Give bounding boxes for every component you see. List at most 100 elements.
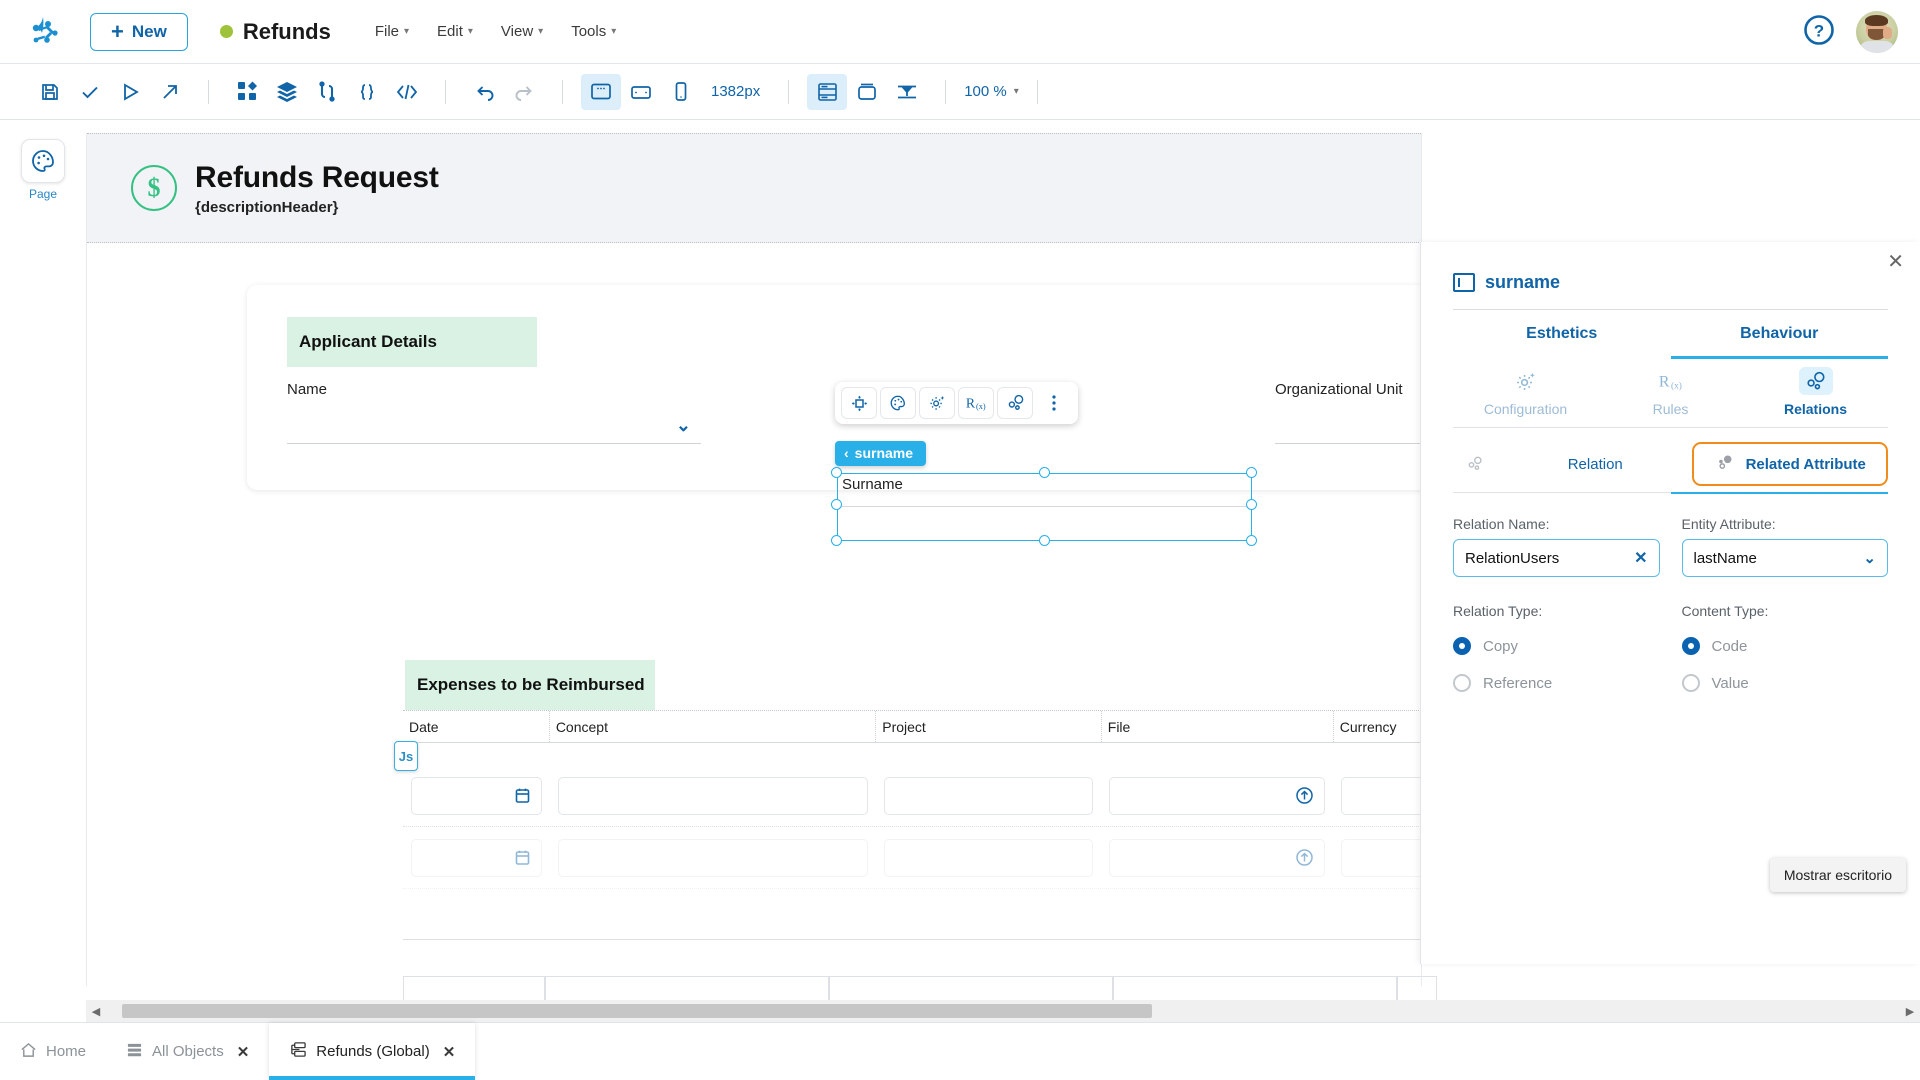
field-relation-type: Relation Type: Copy Reference [1453, 603, 1660, 711]
menu-file[interactable]: File ▾ [375, 23, 409, 40]
configuration-icon[interactable] [919, 387, 955, 419]
relations-icon[interactable] [997, 387, 1033, 419]
tab-rules[interactable]: R (x) Rules [1598, 359, 1743, 427]
tab-related-attribute[interactable]: Related Attribute [1692, 442, 1889, 486]
resize-handle-n[interactable] [1039, 467, 1050, 478]
save-icon[interactable] [30, 74, 70, 110]
field-name-input[interactable]: ⌄ [287, 408, 701, 444]
close-icon[interactable]: ✕ [443, 1043, 456, 1061]
deploy-icon[interactable] [150, 74, 190, 110]
more-options-icon[interactable] [1036, 387, 1072, 419]
help-circle-icon[interactable]: ? [1802, 13, 1836, 50]
check-icon[interactable] [70, 74, 110, 110]
radio-content-type-code[interactable]: Code [1682, 637, 1889, 655]
resize-handle-ne[interactable] [1246, 467, 1257, 478]
currency-input[interactable] [1341, 777, 1429, 815]
frog-logo-icon[interactable] [22, 12, 68, 52]
date-input[interactable] [411, 777, 542, 815]
redo-icon[interactable] [504, 74, 544, 110]
cell-date[interactable] [403, 777, 550, 815]
menu-tools[interactable]: Tools ▾ [571, 23, 616, 40]
table-row[interactable] [403, 765, 1437, 827]
scroll-left-arrow[interactable]: ◀ [86, 1005, 106, 1018]
cell-concept[interactable] [550, 839, 876, 877]
layout-icon[interactable] [807, 74, 847, 110]
close-icon[interactable]: ✕ [237, 1043, 250, 1061]
currency-input[interactable] [1341, 839, 1429, 877]
project-input[interactable] [884, 839, 1093, 877]
clear-icon[interactable]: ✕ [1634, 548, 1647, 568]
resize-handle-s[interactable] [1039, 535, 1050, 546]
run-icon[interactable] [110, 74, 150, 110]
tab-behaviour[interactable]: Behaviour [1671, 310, 1889, 359]
cell-file[interactable] [1101, 777, 1333, 815]
cell-project[interactable] [876, 839, 1101, 877]
cell-file[interactable] [1101, 839, 1333, 877]
concept-input[interactable] [558, 839, 868, 877]
selection-box: Surname [837, 473, 1252, 541]
resize-handle-nw[interactable] [831, 467, 842, 478]
resize-handle-e[interactable] [1246, 499, 1257, 510]
viewport-width-value[interactable]: 1382px [701, 83, 770, 100]
toolbar-separator [788, 80, 789, 104]
tab-configuration[interactable]: Configuration [1453, 359, 1598, 427]
underline-active [1671, 492, 1889, 494]
scroll-right-arrow[interactable]: ▶ [1900, 1005, 1920, 1018]
tab-esthetics[interactable]: Esthetics [1453, 310, 1671, 359]
date-input[interactable] [411, 839, 542, 877]
bottom-tab-all-objects[interactable]: All Objects ✕ [106, 1023, 269, 1080]
resize-handle-w[interactable] [831, 499, 842, 510]
code-icon[interactable] [387, 74, 427, 110]
canvas-horizontal-scrollbar[interactable]: ◀ ▶ [86, 1000, 1920, 1022]
selection-tag[interactable]: ‹ surname [835, 441, 926, 466]
selected-element-surname[interactable]: ‹ surname Surname [837, 473, 1252, 541]
tab-relation[interactable]: Relation [1499, 447, 1692, 482]
container-icon[interactable] [847, 74, 887, 110]
menu-bar: File ▾ Edit ▾ View ▾ Tools ▾ [375, 23, 616, 40]
bottom-tab-home[interactable]: Home [0, 1023, 106, 1080]
radio-relation-type-copy[interactable]: Copy [1453, 637, 1660, 655]
json-icon[interactable] [347, 74, 387, 110]
scrollbar-track[interactable] [106, 1004, 1900, 1018]
table-row[interactable] [403, 827, 1437, 889]
scrollbar-thumb[interactable] [122, 1004, 1152, 1018]
js-badge[interactable]: Js [394, 741, 418, 771]
field-name[interactable]: Name ⌄ [287, 381, 701, 444]
zoom-selector[interactable]: 100 % ▾ [964, 83, 1019, 100]
radio-relation-type-reference[interactable]: Reference [1453, 674, 1660, 692]
tablet-view-icon[interactable] [621, 74, 661, 110]
align-icon[interactable] [887, 74, 927, 110]
tab-related-attribute-label: Related Attribute [1746, 456, 1866, 473]
components-icon[interactable] [227, 74, 267, 110]
close-icon[interactable]: ✕ [1887, 252, 1904, 272]
tab-relations[interactable]: Relations [1743, 359, 1888, 427]
move-icon[interactable] [841, 387, 877, 419]
page-tool-button[interactable]: Page [17, 139, 69, 201]
cell-concept[interactable] [550, 777, 876, 815]
rules-icon[interactable]: R (x) [958, 387, 994, 419]
relation-name-input[interactable]: RelationUsers ✕ [1453, 539, 1660, 577]
project-input[interactable] [884, 777, 1093, 815]
page-header-text: Refunds Request {descriptionHeader} [195, 161, 439, 216]
palette-icon[interactable] [880, 387, 916, 419]
menu-edit[interactable]: Edit ▾ [437, 23, 473, 40]
section-divider [403, 939, 1437, 940]
mobile-view-icon[interactable] [661, 74, 701, 110]
resize-handle-se[interactable] [1246, 535, 1257, 546]
desktop-view-icon[interactable] [581, 74, 621, 110]
concept-input[interactable] [558, 777, 868, 815]
bottom-tab-refunds-global[interactable]: Refunds (Global) ✕ [269, 1023, 475, 1080]
resize-handle-sw[interactable] [831, 535, 842, 546]
flow-icon[interactable] [307, 74, 347, 110]
radio-content-type-value[interactable]: Value [1682, 674, 1889, 692]
file-upload-input[interactable] [1109, 777, 1325, 815]
menu-view[interactable]: View ▾ [501, 23, 543, 40]
entity-attribute-select[interactable]: lastName ⌄ [1682, 539, 1889, 577]
cell-date[interactable] [403, 839, 550, 877]
undo-icon[interactable] [464, 74, 504, 110]
new-button[interactable]: + New [90, 13, 188, 51]
layers-icon[interactable] [267, 74, 307, 110]
cell-project[interactable] [876, 777, 1101, 815]
avatar[interactable] [1856, 11, 1898, 53]
file-upload-input[interactable] [1109, 839, 1325, 877]
